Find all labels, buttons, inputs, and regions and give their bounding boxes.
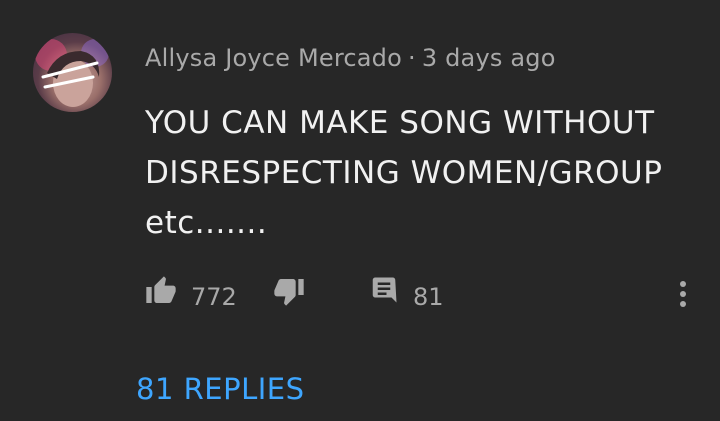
comment-text-line: YOU CAN MAKE SONG WITHOUT — [145, 105, 655, 141]
reply-count: 81 — [413, 283, 444, 311]
avatar[interactable] — [33, 33, 112, 112]
comment-text-line: DISRESPECTING WOMEN/GROUP — [145, 155, 663, 191]
comment-card: Allysa Joyce Mercado · 3 days ago YOU CAN … — [0, 0, 720, 421]
avatar-image — [35, 39, 109, 107]
like-count: 772 — [191, 283, 237, 311]
thumbs-down-icon[interactable] — [273, 275, 305, 307]
thumbs-up-icon[interactable] — [145, 275, 177, 307]
comment-timestamp[interactable]: 3 days ago — [422, 44, 556, 72]
view-replies-link[interactable]: 81 REPLIES — [136, 372, 305, 406]
author-name[interactable]: Allysa Joyce Mercado — [145, 44, 402, 72]
more-vertical-icon[interactable] — [676, 279, 690, 309]
meta-separator: · — [407, 44, 416, 72]
comment-header: Allysa Joyce Mercado · 3 days ago — [145, 44, 556, 72]
comment-text-line: etc....... — [145, 205, 268, 241]
comment-text: YOU CAN MAKE SONG WITHOUT DISRESPECTING … — [145, 98, 705, 248]
comment-icon[interactable] — [369, 275, 399, 305]
